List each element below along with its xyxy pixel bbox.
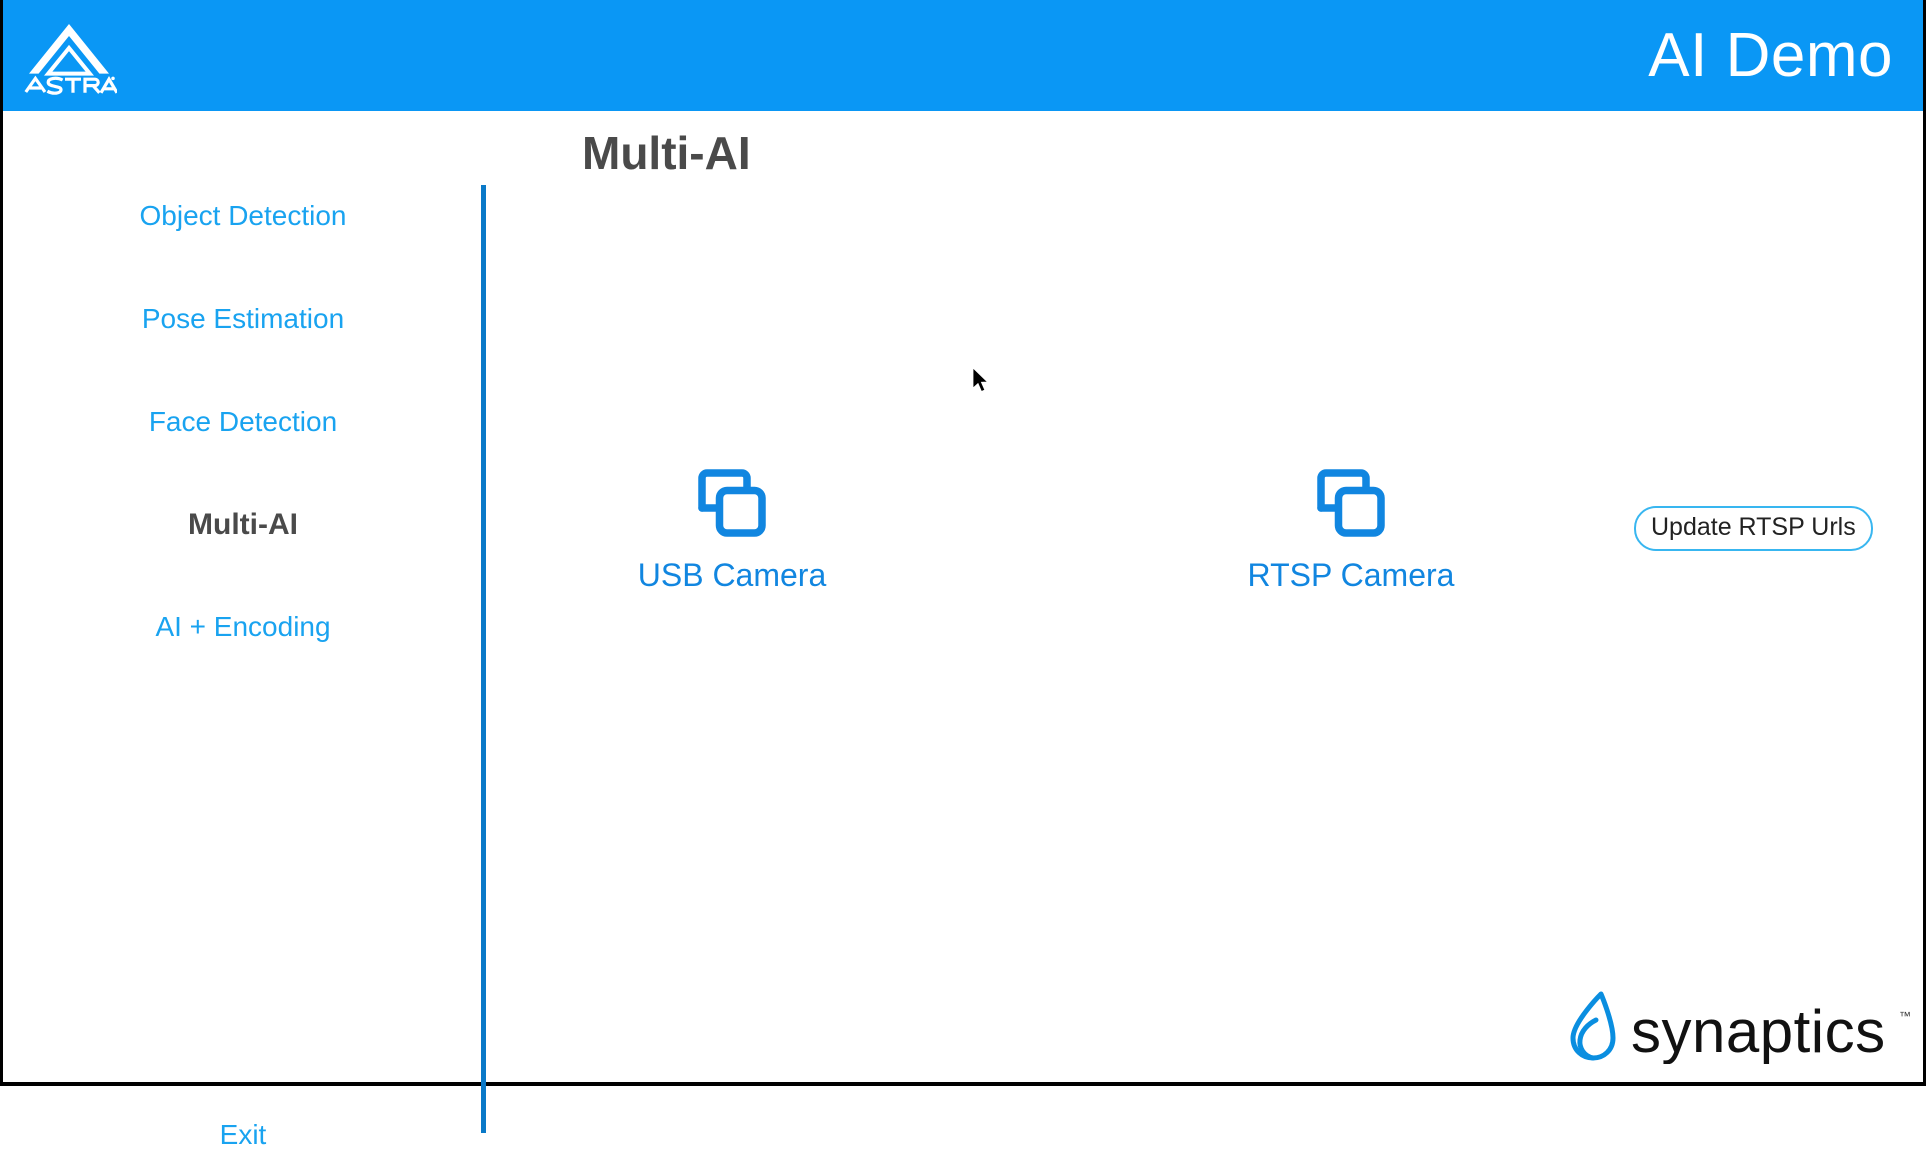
sidebar-item-face-detection[interactable]: Face Detection bbox=[3, 408, 483, 436]
synaptics-logo: synaptics ™ bbox=[1570, 991, 1911, 1064]
source-tile-label-usb: USB Camera bbox=[637, 557, 827, 593]
update-rtsp-urls-button[interactable]: Update RTSP Urls bbox=[1634, 506, 1873, 551]
source-tile-rtsp-camera[interactable]: RTSP Camera bbox=[1201, 463, 1501, 591]
sidebar-item-pose-estimation[interactable]: Pose Estimation bbox=[3, 305, 483, 333]
sidebar-item-object-detection[interactable]: Object Detection bbox=[3, 202, 483, 230]
synaptics-wordmark: synaptics bbox=[1631, 998, 1886, 1064]
copy-squares-icon bbox=[1317, 469, 1385, 537]
source-tile-label-rtsp: RTSP Camera bbox=[1247, 557, 1455, 593]
astra-logo-icon bbox=[24, 23, 117, 95]
app-body: Object Detection Pose Estimation Face De… bbox=[3, 111, 1923, 1149]
app-header: AI Demo bbox=[3, 0, 1923, 111]
sidebar-item-exit[interactable]: Exit bbox=[3, 1121, 483, 1149]
source-tile-usb-camera[interactable]: USB Camera bbox=[582, 463, 882, 591]
page-title: Multi-AI bbox=[582, 127, 751, 179]
synaptics-trademark: ™ bbox=[1899, 1009, 1911, 1023]
main-content: Multi-AI USB Camera RTSP Camera Update R… bbox=[486, 111, 1923, 1082]
sidebar-nav: Object Detection Pose Estimation Face De… bbox=[3, 111, 483, 1149]
page-header-title: AI Demo bbox=[1648, 20, 1893, 90]
copy-squares-icon bbox=[698, 469, 766, 537]
app-window: AI Demo Object Detection Pose Estimation… bbox=[0, 0, 1926, 1149]
sidebar-item-multi-ai[interactable]: Multi-AI bbox=[3, 510, 483, 540]
sidebar-item-ai-encoding[interactable]: AI + Encoding bbox=[3, 613, 483, 641]
